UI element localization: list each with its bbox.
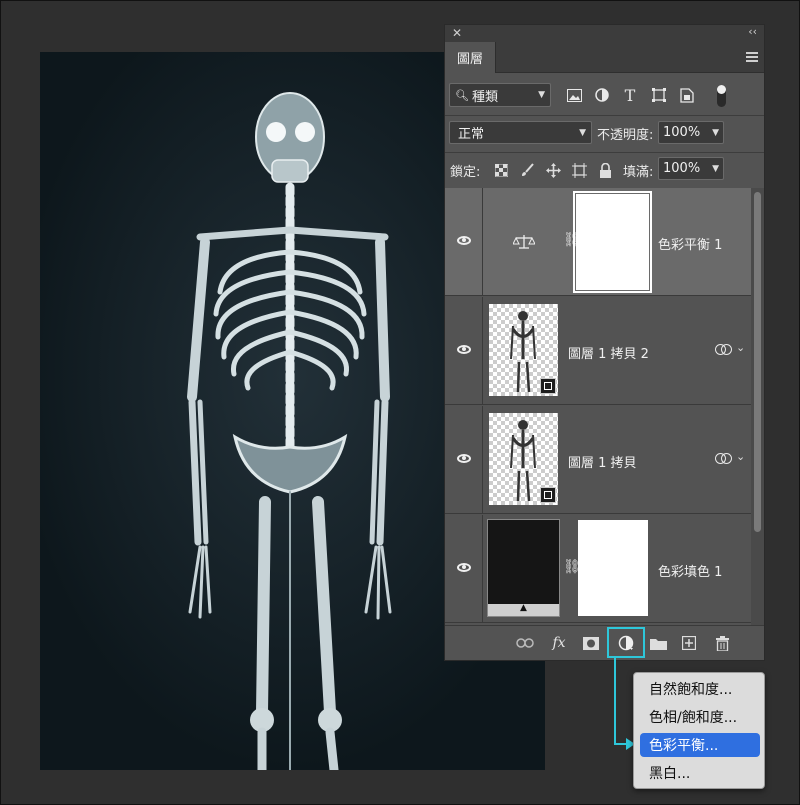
layer-name[interactable]: 色彩平衡 1 <box>658 234 722 253</box>
layer-row-copy-2[interactable]: 圖層 1 拷貝 2 ⌄ <box>445 297 751 405</box>
filter-kind-select[interactable]: 🔍︎ 種類 ▼ <box>449 83 551 107</box>
layer-name[interactable]: 圖層 1 拷貝 2 <box>568 343 649 362</box>
smart-object-badge-icon <box>540 487 556 503</box>
opacity-label: 不透明度: <box>597 128 654 143</box>
visibility-toggle[interactable] <box>445 406 483 514</box>
lock-brush-icon[interactable] <box>518 161 536 179</box>
new-group-folder-icon[interactable] <box>648 633 668 653</box>
panel-title-strip: ✕ ‹‹ <box>445 25 764 42</box>
visibility-toggle[interactable] <box>445 297 483 405</box>
blend-mode-select[interactable]: 正常 ▼ <box>449 121 592 144</box>
fill-color-strip: ▲ <box>488 603 559 616</box>
blend-row: 正常 ▼ 不透明度: 100% ▼ <box>445 121 764 147</box>
chevron-down-icon[interactable]: ⌄ <box>736 450 745 463</box>
layer-thumbnail[interactable] <box>489 413 558 505</box>
layer-mask-thumbnail[interactable] <box>573 191 652 293</box>
eye-icon[interactable] <box>457 563 471 572</box>
fill-color-thumbnail[interactable]: ▲ <box>487 519 560 617</box>
layer-row-copy[interactable]: 圖層 1 拷貝 ⌄ <box>445 406 751 514</box>
menu-item-black-white[interactable]: 黑白... <box>640 761 760 785</box>
link-layers-icon[interactable] <box>515 633 535 653</box>
filter-shape-icon[interactable] <box>650 86 668 104</box>
layers-list: ⛓ 色彩平衡 1 圖層 1 拷貝 2 ⌄ 圖層 1 拷貝 ⌄ ▲ ⛓ 色彩填色 … <box>445 188 751 625</box>
layer-row-color-fill[interactable]: ▲ ⛓ 色彩填色 1 <box>445 515 751 623</box>
layer-thumbnail[interactable] <box>489 304 558 396</box>
menu-item-vibrance[interactable]: 自然飽和度... <box>640 677 760 701</box>
divider <box>445 115 764 116</box>
panel-menu-icon[interactable] <box>746 52 758 62</box>
eye-icon[interactable] <box>457 345 471 354</box>
chevron-down-icon[interactable]: ⌄ <box>736 341 745 354</box>
fill-label: 填滿: <box>623 165 654 180</box>
chevron-down-icon: ▼ <box>538 90 545 100</box>
panel-tabbar: 圖層 <box>445 42 764 73</box>
new-layer-icon[interactable] <box>679 633 699 653</box>
scrollbar-thumb[interactable] <box>754 192 761 532</box>
fx-icon[interactable]: fx <box>549 633 569 653</box>
adjustment-layer-menu: 自然飽和度... 色相/飽和度... 色彩平衡... 黑白... <box>633 672 765 789</box>
callout-line <box>614 657 616 744</box>
menu-item-color-balance[interactable]: 色彩平衡... <box>640 733 760 757</box>
layer-mask-thumbnail[interactable] <box>578 520 648 616</box>
lock-transparent-icon[interactable] <box>492 161 510 179</box>
visibility-toggle[interactable] <box>445 188 483 296</box>
panel-bottom-bar: fx <box>445 625 764 660</box>
trash-icon[interactable] <box>712 633 732 653</box>
smart-object-badge-icon <box>540 378 556 394</box>
fill-input[interactable]: 100% ▼ <box>658 157 724 180</box>
lock-all-icon[interactable] <box>596 161 614 179</box>
eye-icon[interactable] <box>457 236 471 245</box>
visibility-toggle[interactable] <box>445 515 483 623</box>
divider <box>445 152 764 153</box>
balance-scale-icon <box>512 234 536 253</box>
filter-pixel-icon[interactable] <box>565 86 583 104</box>
layer-filter-row: 🔍︎ 種類 ▼ T <box>445 83 764 111</box>
layer-effects-icon[interactable] <box>715 453 733 467</box>
layer-row-color-balance[interactable]: ⛓ 色彩平衡 1 <box>445 188 751 296</box>
add-mask-icon[interactable] <box>581 633 601 653</box>
blend-mode-value: 正常 <box>458 127 485 142</box>
layer-effects-icon[interactable] <box>715 344 733 358</box>
filter-kind-label: 種類 <box>471 89 498 105</box>
eye-icon[interactable] <box>457 454 471 463</box>
filter-adjustment-icon[interactable] <box>593 86 611 104</box>
lock-row: 鎖定: 填滿: 100% ▼ <box>445 157 764 183</box>
chevron-down-icon[interactable]: ▼ <box>712 164 719 174</box>
collapse-icon[interactable]: ‹‹ <box>748 25 757 38</box>
close-icon[interactable]: ✕ <box>452 26 462 40</box>
opacity-input[interactable]: 100% ▼ <box>658 121 724 144</box>
search-icon: 🔍︎ <box>455 88 469 102</box>
filter-toggle[interactable] <box>717 85 726 107</box>
opacity-value: 100% <box>663 125 701 140</box>
lock-artboard-icon[interactable] <box>570 161 588 179</box>
filter-smart-object-icon[interactable] <box>678 86 696 104</box>
layers-scrollbar[interactable] <box>751 188 764 625</box>
lock-label: 鎖定: <box>450 165 481 180</box>
fill-value: 100% <box>663 161 701 176</box>
chevron-down-icon[interactable]: ▼ <box>712 128 719 138</box>
lock-move-icon[interactable] <box>544 161 562 179</box>
filter-type-icon[interactable]: T <box>621 86 639 105</box>
layer-name[interactable]: 圖層 1 拷貝 <box>568 452 637 471</box>
chevron-down-icon: ▼ <box>579 128 586 138</box>
layers-panel: ✕ ‹‹ 圖層 🔍︎ 種類 ▼ T 正常 ▼ 不透明度: 100% ▼ 鎖定: … <box>444 24 765 661</box>
triangle-icon: ▲ <box>520 603 527 613</box>
menu-item-hue-saturation[interactable]: 色相/飽和度... <box>640 705 760 729</box>
new-adjustment-layer-icon[interactable] <box>616 633 636 653</box>
layer-name[interactable]: 色彩填色 1 <box>658 561 722 580</box>
tab-layers[interactable]: 圖層 <box>445 42 496 73</box>
